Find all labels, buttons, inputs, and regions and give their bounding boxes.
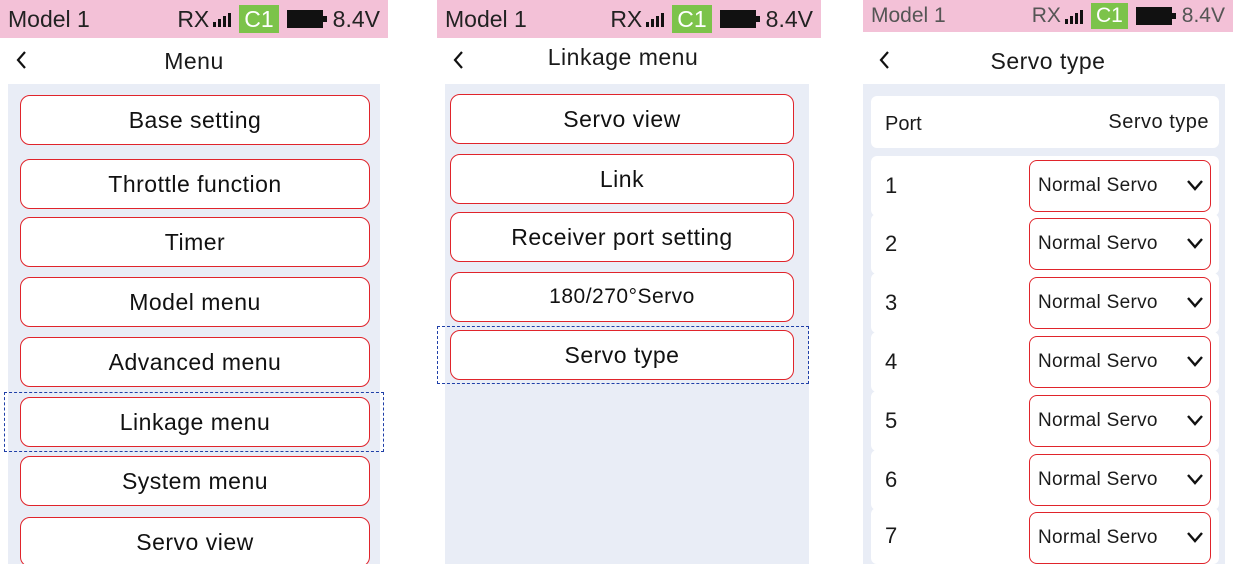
signal-bars-icon: [213, 11, 232, 27]
menu-item-link[interactable]: Link: [450, 154, 794, 204]
servo-type-value: Normal Servo: [1038, 292, 1158, 313]
servo-type-select[interactable]: Normal Servo: [1029, 454, 1211, 506]
status-model-name: Model 1: [445, 5, 527, 32]
status-bar: Model 1 RX C1 8.4V: [437, 0, 821, 38]
table-row: 2 Normal Servo: [871, 214, 1219, 274]
menu-list: Servo view Link Receiver port setting 18…: [445, 84, 809, 564]
table-row: 7 Normal Servo: [871, 508, 1219, 564]
servo-type-select[interactable]: Normal Servo: [1029, 277, 1211, 329]
focus-indicator: [4, 392, 384, 452]
nav-bar: Servo type: [863, 38, 1233, 84]
nav-bar: Menu: [0, 38, 388, 84]
page-title: Linkage menu: [547, 43, 699, 70]
rx-label: RX: [610, 5, 643, 32]
table-row: 1 Normal Servo: [871, 156, 1219, 216]
table-row: 3 Normal Servo: [871, 273, 1219, 333]
port-number: 1: [885, 173, 898, 198]
battery-voltage: 8.4V: [332, 5, 380, 32]
status-model-name: Model 1: [871, 4, 946, 27]
chevron-down-icon: [1187, 297, 1203, 308]
screen-menu: Model 1 RX C1 8.4V Menu Base setting Thr…: [0, 0, 388, 564]
battery-voltage: 8.4V: [1181, 4, 1225, 27]
page-title: Servo type: [990, 47, 1106, 74]
servo-type-value: Normal Servo: [1038, 175, 1158, 196]
chevron-left-icon[interactable]: [447, 48, 471, 72]
table-row: 5 Normal Servo: [871, 391, 1219, 451]
menu-item-receiver-port-setting[interactable]: Receiver port setting: [450, 212, 794, 262]
rx-label: RX: [1031, 4, 1061, 27]
status-bar: Model 1 RX C1 8.4V: [0, 0, 388, 38]
servo-type-select[interactable]: Normal Servo: [1029, 218, 1211, 270]
servo-type-value: Normal Servo: [1038, 527, 1158, 548]
port-number: 5: [885, 408, 898, 433]
servo-type-select[interactable]: Normal Servo: [1029, 395, 1211, 447]
menu-item-timer[interactable]: Timer: [20, 217, 370, 267]
rx-label: RX: [177, 5, 210, 32]
channel-badge: C1: [1090, 3, 1128, 29]
chevron-left-icon[interactable]: [10, 48, 34, 72]
chevron-down-icon: [1187, 180, 1203, 191]
servo-type-value: Normal Servo: [1038, 469, 1158, 490]
menu-item-advanced-menu[interactable]: Advanced menu: [20, 337, 370, 387]
menu-item-servo-view[interactable]: Servo view: [20, 517, 370, 564]
port-number: 6: [885, 467, 898, 492]
servo-type-value: Normal Servo: [1038, 410, 1158, 431]
status-bar: Model 1 RX C1 8.4V: [863, 0, 1233, 32]
menu-item-180-270-servo[interactable]: 180/270°Servo: [450, 272, 794, 322]
servo-type-value: Normal Servo: [1038, 351, 1158, 372]
chevron-left-icon[interactable]: [873, 48, 897, 72]
signal-bars-icon: [1064, 8, 1083, 24]
menu-item-servo-view[interactable]: Servo view: [450, 94, 794, 144]
menu-list: Base setting Throttle function Timer Mod…: [8, 84, 380, 564]
status-indicators: RX C1 8.4V: [1032, 3, 1225, 29]
port-number: 2: [885, 231, 898, 256]
status-indicators: RX C1 8.4V: [610, 5, 813, 33]
chevron-down-icon: [1187, 356, 1203, 367]
screen-servo-type: Model 1 RX C1 8.4V Servo type Port Servo…: [863, 0, 1233, 564]
chevron-down-icon: [1187, 415, 1203, 426]
header-servo-type: Servo type: [1108, 110, 1209, 133]
channel-badge: C1: [239, 5, 279, 33]
port-number: 7: [885, 523, 898, 548]
chevron-down-icon: [1187, 238, 1203, 249]
table-row: 4 Normal Servo: [871, 332, 1219, 392]
battery-icon: [286, 10, 327, 28]
servo-type-select[interactable]: Normal Servo: [1029, 336, 1211, 388]
focus-indicator: [437, 326, 809, 384]
menu-item-throttle-function[interactable]: Throttle function: [20, 159, 370, 209]
chevron-down-icon: [1187, 474, 1203, 485]
servo-type-select[interactable]: Normal Servo: [1029, 512, 1211, 564]
servo-type-value: Normal Servo: [1038, 233, 1158, 254]
battery-voltage: 8.4V: [765, 5, 813, 32]
status-indicators: RX C1 8.4V: [177, 5, 380, 33]
menu-item-base-setting[interactable]: Base setting: [20, 95, 370, 145]
header-port: Port: [885, 113, 922, 135]
table-header: Port Servo type: [871, 96, 1219, 148]
port-number: 3: [885, 290, 898, 315]
chevron-down-icon: [1187, 532, 1203, 543]
channel-badge: C1: [672, 5, 712, 33]
page-title: Menu: [164, 47, 224, 74]
screen-linkage-menu: Model 1 RX C1 8.4V Linkage menu Servo vi…: [437, 0, 821, 564]
table-row: 6 Normal Servo: [871, 450, 1219, 510]
menu-item-system-menu[interactable]: System menu: [20, 456, 370, 506]
servo-type-select[interactable]: Normal Servo: [1029, 160, 1211, 212]
port-number: 4: [885, 349, 898, 374]
menu-item-model-menu[interactable]: Model menu: [20, 277, 370, 327]
nav-bar: Linkage menu: [437, 38, 809, 84]
battery-icon: [719, 10, 760, 28]
battery-icon: [1135, 7, 1176, 25]
servo-type-table: Port Servo type 1 Normal Servo 2 Normal …: [863, 84, 1225, 564]
status-model-name: Model 1: [8, 5, 90, 32]
signal-bars-icon: [646, 11, 665, 27]
